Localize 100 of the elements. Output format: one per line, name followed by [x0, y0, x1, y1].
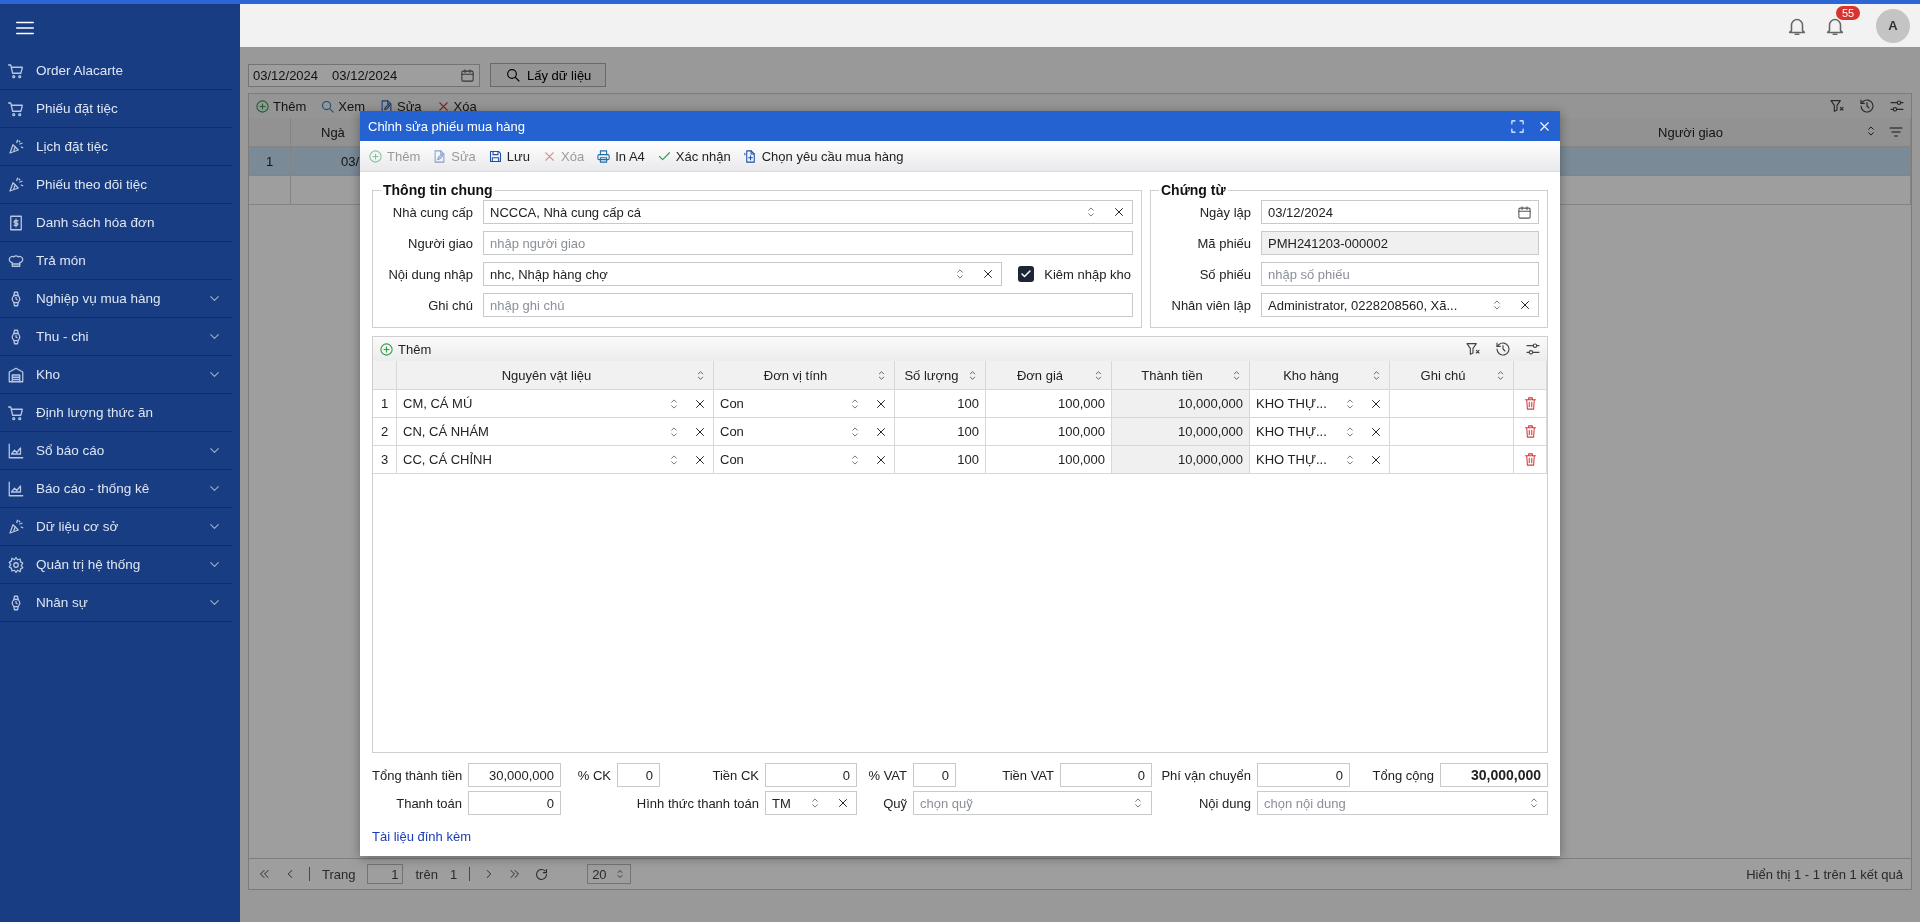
- sidebar-item[interactable]: Định lượng thức ăn: [0, 394, 232, 432]
- add-icon: [379, 341, 394, 357]
- checkbox[interactable]: [1018, 266, 1035, 282]
- clear-filter-icon[interactable]: [1465, 341, 1481, 357]
- add-button[interactable]: Thêm: [379, 341, 432, 357]
- field-label: Tiền CK: [711, 767, 760, 783]
- date-field[interactable]: 03/12/2024: [1261, 200, 1539, 224]
- toolbar-button[interactable]: Xác nhận: [656, 148, 731, 164]
- delete-icon[interactable]: [1522, 396, 1538, 411]
- toolbar-button[interactable]: Sửa: [378, 98, 422, 114]
- first-page-icon[interactable]: [257, 867, 271, 881]
- column-header[interactable]: Kho hàng: [1250, 361, 1390, 389]
- settings-icon[interactable]: [1889, 98, 1905, 114]
- select-cell[interactable]: KHO THỰ...: [1250, 446, 1390, 473]
- field-label: Ghi chú: [427, 297, 473, 313]
- number-field[interactable]: 0: [1257, 763, 1350, 787]
- select-field[interactable]: Administrator, 0228208560, Xã...: [1261, 293, 1539, 317]
- number-field[interactable]: 0: [617, 763, 660, 787]
- number-field[interactable]: 0: [468, 791, 561, 815]
- refresh-icon[interactable]: [534, 866, 550, 882]
- select-field[interactable]: NCCCA, Nhà cung cấp cá: [483, 200, 1133, 224]
- add-icon: [368, 148, 383, 164]
- number-field[interactable]: 0: [913, 763, 956, 787]
- filter-icon[interactable]: [1888, 124, 1904, 140]
- user-avatar[interactable]: A: [1876, 8, 1910, 43]
- page-field[interactable]: 1: [367, 864, 404, 884]
- number-field[interactable]: 0: [765, 763, 857, 787]
- column-header[interactable]: Số lượng: [895, 361, 986, 389]
- delete-icon[interactable]: [1522, 452, 1538, 467]
- sidebar-item[interactable]: Báo cáo - thống kê: [0, 470, 232, 508]
- sidebar-item[interactable]: Dữ liệu cơ sở: [0, 508, 232, 546]
- column-header[interactable]: Ngà: [321, 124, 345, 140]
- sidebar-item[interactable]: Danh sách hóa đơn: [0, 204, 232, 242]
- select-cell[interactable]: KHO THỰ...: [1250, 418, 1390, 445]
- sidebar-item[interactable]: Phiếu đặt tiệc: [0, 90, 232, 128]
- printer-icon: [596, 148, 612, 164]
- load-data-button[interactable]: Lấy dữ liệu: [490, 63, 607, 87]
- select-cell[interactable]: Con: [714, 390, 895, 417]
- toolbar-button[interactable]: Xóa: [435, 98, 477, 114]
- clear-icon[interactable]: [836, 796, 850, 810]
- sidebar-item[interactable]: Thu - chi: [0, 318, 232, 356]
- select-field[interactable]: nhc, Nhập hàng chợ: [483, 262, 1003, 286]
- settings-icon[interactable]: [1525, 341, 1541, 357]
- number-field[interactable]: 0: [1060, 763, 1152, 787]
- sidebar-item[interactable]: Phiếu theo dõi tiệc: [0, 166, 232, 204]
- table-cell[interactable]: 100: [895, 390, 986, 417]
- delete-icon[interactable]: [1522, 424, 1538, 439]
- column-header[interactable]: Thành tiền: [1112, 361, 1250, 389]
- page-size-select[interactable]: 20: [587, 864, 632, 884]
- select-cell[interactable]: KHO THỰ...: [1250, 390, 1390, 417]
- sidebar-item[interactable]: Lịch đặt tiệc: [0, 128, 232, 166]
- toolbar-button[interactable]: In A4: [596, 148, 645, 164]
- sidebar-item[interactable]: Nhân sự: [0, 584, 232, 622]
- toolbar-button[interactable]: Chọn yêu cầu mua hàng: [742, 148, 904, 164]
- sidebar-item[interactable]: Nghiệp vụ mua hàng: [0, 280, 232, 318]
- select-cell[interactable]: Con: [714, 418, 895, 445]
- select-cell[interactable]: Con: [714, 446, 895, 473]
- date-range-field[interactable]: 03/12/2024 03/12/2024: [248, 63, 480, 87]
- select-cell[interactable]: CC, CÁ CHỈNH: [397, 446, 714, 473]
- clear-icon[interactable]: [1112, 205, 1126, 219]
- field-label: Nhà cung cấp: [391, 204, 473, 220]
- field-label: Mã phiếu: [1196, 235, 1251, 251]
- column-header[interactable]: Ghi chú: [1390, 361, 1514, 389]
- chart-icon: [7, 479, 25, 498]
- field-label: Thanh toán: [395, 795, 463, 811]
- column-header[interactable]: Đơn giá: [986, 361, 1112, 389]
- clear-filter-icon[interactable]: [1829, 98, 1845, 114]
- warehouse-icon: [7, 365, 25, 384]
- select-cell[interactable]: CM, CÁ MÚ: [397, 390, 714, 417]
- toolbar-button[interactable]: Xem: [320, 98, 365, 114]
- select-cell[interactable]: CN, CÁ NHÁM: [397, 418, 714, 445]
- field-label: Tổng cộng: [1371, 767, 1435, 783]
- history-icon[interactable]: [1859, 98, 1875, 114]
- column-header[interactable]: Đơn vị tính: [714, 361, 895, 389]
- select-field[interactable]: TM: [765, 791, 857, 815]
- toolbar-button[interactable]: Thêm: [255, 98, 307, 114]
- sidebar-item[interactable]: Sổ báo cáo: [0, 432, 232, 470]
- clear-icon[interactable]: [1518, 298, 1532, 312]
- sidebar-item[interactable]: Trả món: [0, 242, 232, 280]
- table-cell[interactable]: 100: [895, 446, 986, 473]
- table-cell: 10,000,000: [1112, 390, 1250, 417]
- history-icon[interactable]: [1495, 341, 1511, 357]
- sidebar-item[interactable]: Order Alacarte: [0, 52, 232, 90]
- text-field[interactable]: nhập ghi chú: [483, 293, 1133, 317]
- field-label: Nội dung: [1197, 795, 1252, 811]
- check-icon: [1020, 268, 1033, 280]
- number-field[interactable]: 30,000,000: [1440, 763, 1548, 787]
- toolbar-button[interactable]: Lưu: [487, 148, 530, 164]
- column-header[interactable]: Người giao: [1658, 124, 1723, 140]
- table-cell[interactable]: 100: [895, 418, 986, 445]
- sidebar-item[interactable]: Kho: [0, 356, 232, 394]
- cart-icon: [7, 403, 25, 422]
- number-field[interactable]: 30,000,000: [468, 763, 561, 787]
- attachment-link[interactable]: Tài liệu đính kèm: [372, 829, 660, 844]
- text-field[interactable]: nhập số phiếu: [1261, 262, 1539, 286]
- maximize-icon[interactable]: [1510, 118, 1525, 134]
- sidebar-item[interactable]: Quản trị hệ thống: [0, 546, 232, 584]
- dialog-title: Chỉnh sửa phiếu mua hàng: [368, 118, 526, 134]
- column-header[interactable]: Nguyên vật liệu: [397, 361, 714, 389]
- text-field[interactable]: nhập người giao: [483, 231, 1133, 255]
